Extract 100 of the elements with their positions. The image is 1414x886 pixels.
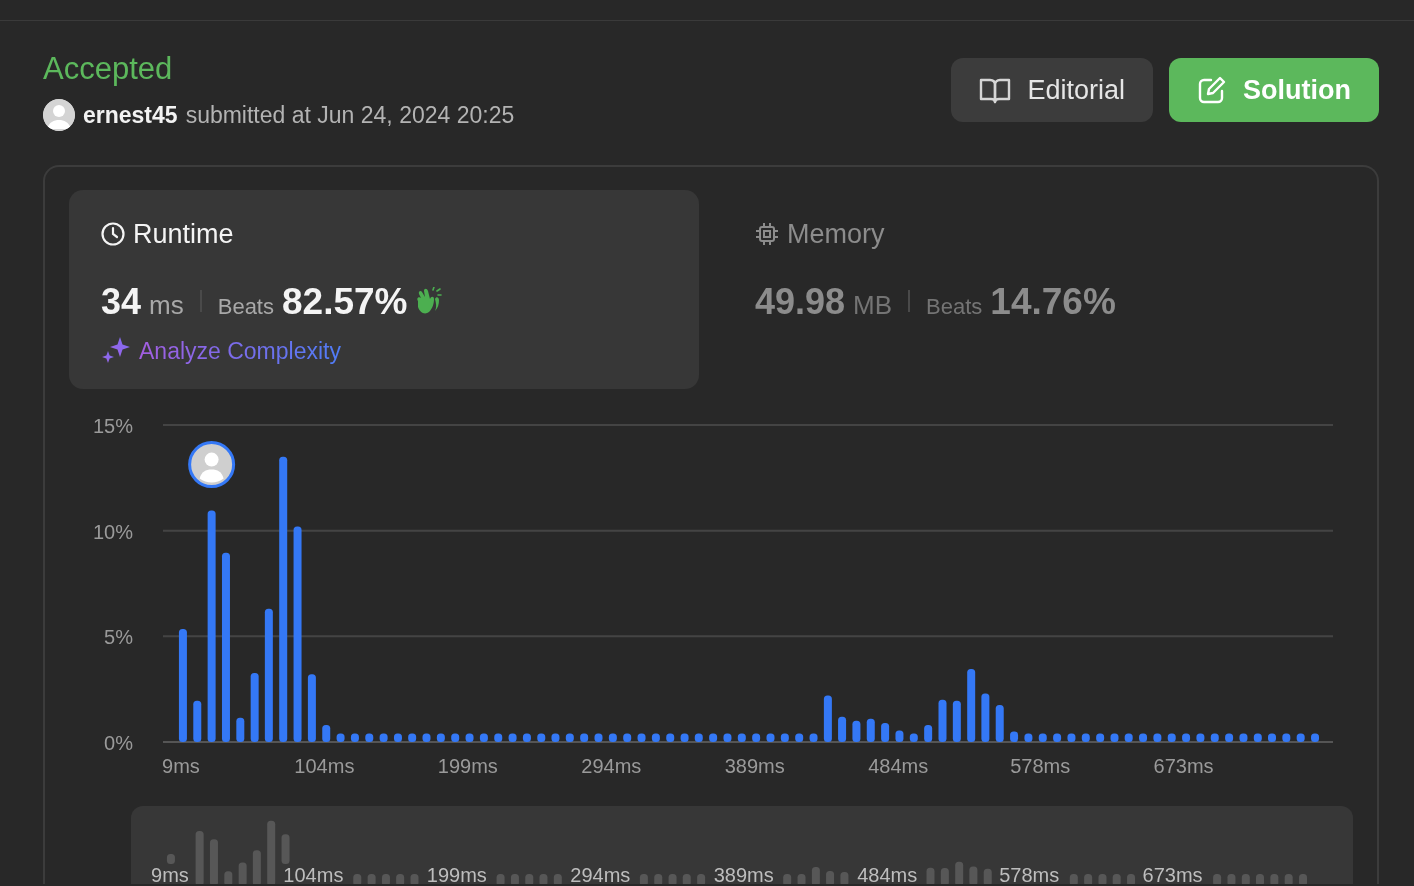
bar[interactable] bbox=[465, 733, 474, 742]
bar[interactable] bbox=[1110, 733, 1119, 742]
bar[interactable] bbox=[1024, 733, 1033, 742]
bar[interactable] bbox=[279, 456, 288, 742]
bar[interactable] bbox=[1010, 731, 1019, 742]
bar[interactable] bbox=[307, 674, 316, 742]
bar[interactable] bbox=[1225, 733, 1234, 742]
bar[interactable] bbox=[881, 723, 890, 742]
axis-label: 0% bbox=[104, 732, 133, 754]
bar[interactable] bbox=[924, 725, 933, 742]
bar[interactable] bbox=[207, 510, 216, 742]
bar[interactable] bbox=[1239, 733, 1248, 742]
bar[interactable] bbox=[178, 628, 187, 742]
runtime-stat-panel[interactable]: Runtime 34 ms Beats 82.57% Analyze Complexity bbox=[69, 190, 699, 389]
bar[interactable] bbox=[809, 733, 818, 742]
bar[interactable] bbox=[1038, 733, 1047, 742]
bar[interactable] bbox=[580, 733, 589, 742]
bar[interactable] bbox=[1167, 733, 1176, 742]
range-overview-panel[interactable]: 9ms 104ms 199ms 294ms 389ms 484ms 578ms 673ms bbox=[131, 806, 1353, 884]
username-link[interactable]: ernest45 bbox=[83, 101, 178, 129]
bar[interactable] bbox=[737, 733, 746, 742]
bar[interactable] bbox=[1253, 733, 1262, 742]
bar[interactable] bbox=[795, 733, 804, 742]
editorial-button[interactable]: Editorial bbox=[951, 58, 1153, 122]
bar[interactable] bbox=[709, 733, 718, 742]
bar[interactable] bbox=[408, 733, 417, 742]
bar[interactable] bbox=[508, 733, 517, 742]
bar[interactable] bbox=[651, 733, 660, 742]
bar[interactable] bbox=[264, 608, 273, 742]
bar[interactable] bbox=[1210, 733, 1219, 742]
bar[interactable] bbox=[766, 733, 775, 742]
bar[interactable] bbox=[752, 733, 761, 742]
bar[interactable] bbox=[1139, 733, 1148, 742]
bar[interactable] bbox=[909, 733, 918, 742]
overview-bar bbox=[1112, 874, 1121, 884]
overview-bar bbox=[1069, 874, 1078, 884]
bar[interactable] bbox=[694, 733, 703, 742]
bar[interactable] bbox=[680, 733, 689, 742]
bar[interactable] bbox=[852, 720, 861, 742]
bar[interactable] bbox=[1096, 733, 1105, 742]
bar[interactable] bbox=[1067, 733, 1076, 742]
bar[interactable] bbox=[293, 526, 302, 742]
bar[interactable] bbox=[608, 733, 617, 742]
overview-bar bbox=[1256, 874, 1264, 884]
bar[interactable] bbox=[451, 733, 460, 742]
axis-label: 673ms bbox=[1142, 864, 1203, 884]
bar[interactable] bbox=[1182, 733, 1191, 742]
bar[interactable] bbox=[494, 733, 503, 742]
bar[interactable] bbox=[594, 733, 603, 742]
bar[interactable] bbox=[1153, 733, 1162, 742]
bar[interactable] bbox=[1268, 733, 1276, 742]
bar[interactable] bbox=[479, 733, 488, 742]
bar[interactable] bbox=[952, 700, 961, 742]
bar[interactable] bbox=[336, 733, 345, 742]
overview-bar bbox=[783, 874, 792, 884]
bar[interactable] bbox=[967, 669, 976, 742]
bar[interactable] bbox=[221, 552, 230, 742]
bar[interactable] bbox=[393, 733, 402, 742]
bar[interactable] bbox=[322, 725, 331, 742]
bar[interactable] bbox=[938, 699, 947, 742]
axis-label: 9ms bbox=[151, 864, 189, 884]
bar[interactable] bbox=[823, 695, 832, 742]
bar[interactable] bbox=[623, 733, 632, 742]
bar[interactable] bbox=[350, 733, 359, 742]
memory-stat-panel[interactable]: Memory 49.98 MB Beats 14.76% bbox=[723, 190, 1353, 389]
bar[interactable] bbox=[1081, 733, 1090, 742]
overview-bar bbox=[396, 874, 405, 884]
bar[interactable] bbox=[365, 733, 374, 742]
bar[interactable] bbox=[1196, 733, 1205, 742]
bar[interactable] bbox=[565, 733, 574, 742]
bar[interactable] bbox=[522, 733, 531, 742]
bar[interactable] bbox=[537, 733, 546, 742]
overview-bar bbox=[1270, 874, 1279, 884]
bar[interactable] bbox=[436, 733, 445, 742]
bar[interactable] bbox=[551, 733, 560, 742]
bar[interactable] bbox=[1124, 733, 1133, 742]
overview-bar bbox=[697, 874, 706, 884]
overview-bar bbox=[926, 867, 935, 884]
bar[interactable] bbox=[1296, 733, 1305, 742]
bar[interactable] bbox=[866, 718, 875, 742]
bar[interactable] bbox=[1282, 733, 1291, 742]
bar[interactable] bbox=[995, 705, 1004, 742]
overview-bar bbox=[525, 874, 534, 884]
bar[interactable] bbox=[780, 733, 789, 742]
bar[interactable] bbox=[1311, 733, 1320, 742]
panel-title: Memory bbox=[787, 218, 885, 250]
bar[interactable] bbox=[1053, 733, 1062, 742]
bar[interactable] bbox=[379, 733, 388, 742]
bar[interactable] bbox=[250, 672, 259, 742]
bar[interactable] bbox=[723, 733, 732, 742]
bar[interactable] bbox=[236, 717, 245, 742]
bar[interactable] bbox=[637, 733, 646, 742]
bar[interactable] bbox=[193, 700, 202, 742]
bar[interactable] bbox=[838, 716, 847, 742]
bar[interactable] bbox=[895, 730, 904, 742]
bar[interactable] bbox=[981, 693, 990, 742]
overview-bar bbox=[639, 874, 648, 884]
bar[interactable] bbox=[666, 733, 675, 742]
stat-unit: MB bbox=[853, 290, 893, 321]
bar[interactable] bbox=[422, 733, 431, 742]
